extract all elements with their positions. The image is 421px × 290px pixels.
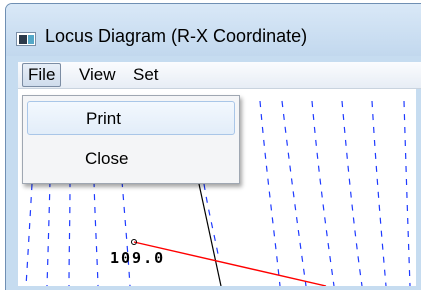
grid-line [68, 180, 71, 286]
menu-set[interactable]: Set [128, 64, 164, 86]
menu-item-print[interactable]: Print [27, 101, 235, 135]
grid-line [341, 100, 363, 286]
grid-line [259, 100, 281, 286]
grid-line [403, 100, 411, 286]
menu-file[interactable]: File [22, 63, 62, 87]
grid-line [25, 183, 33, 286]
axis-line [198, 183, 222, 286]
menu-view[interactable]: View [74, 64, 121, 86]
grid-line [121, 180, 131, 286]
grid-line [46, 180, 51, 286]
grid-line [371, 100, 387, 286]
impedance-readout: 109.0 [110, 249, 166, 267]
grid-line [93, 180, 99, 286]
grid-line [281, 100, 307, 286]
menu-bar: File View Set [18, 62, 421, 89]
title-bar[interactable]: Locus Diagram (R-X Coordinate) [6, 4, 421, 56]
app-icon [16, 32, 36, 46]
grid-line [311, 100, 335, 286]
menu-item-close-label: Close [85, 149, 129, 168]
menu-item-close[interactable]: Close [27, 142, 235, 176]
file-menu-dropdown: Print Close [22, 95, 240, 184]
window-title: Locus Diagram (R-X Coordinate) [45, 26, 308, 46]
menu-item-print-label: Print [86, 109, 121, 128]
